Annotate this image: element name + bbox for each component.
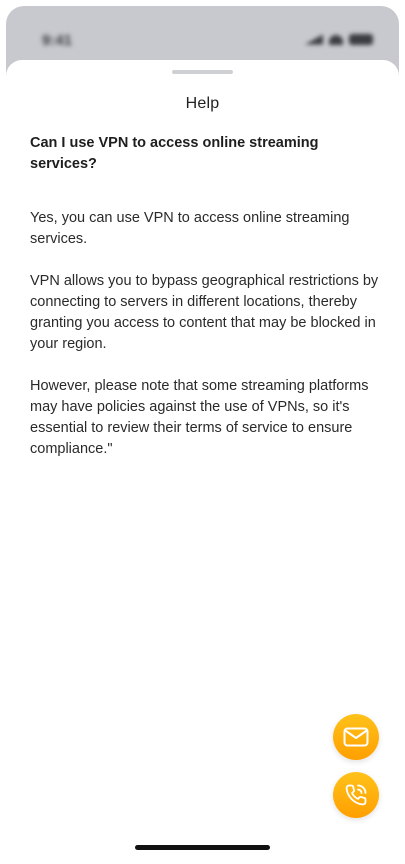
faq-answer: Yes, you can use VPN to access online st… bbox=[30, 208, 380, 481]
mail-icon bbox=[343, 727, 369, 747]
status-icons bbox=[305, 34, 373, 45]
sheet-grabber[interactable] bbox=[172, 70, 233, 74]
email-support-button[interactable] bbox=[333, 714, 379, 760]
call-support-button[interactable] bbox=[333, 772, 379, 818]
answer-paragraph: Yes, you can use VPN to access online st… bbox=[30, 210, 350, 247]
battery-icon bbox=[349, 34, 373, 45]
status-time: 9:41 bbox=[42, 32, 73, 49]
wifi-icon bbox=[329, 34, 343, 45]
answer-paragraph: VPN allows you to bypass geographical re… bbox=[30, 273, 379, 352]
cellular-signal-icon bbox=[305, 34, 323, 45]
answer-paragraph: However, please note that some streaming… bbox=[30, 378, 369, 457]
phone-icon bbox=[345, 784, 367, 806]
home-indicator bbox=[135, 845, 270, 850]
faq-question: Can I use VPN to access online streaming… bbox=[30, 135, 319, 172]
page-title: Help bbox=[185, 95, 220, 112]
